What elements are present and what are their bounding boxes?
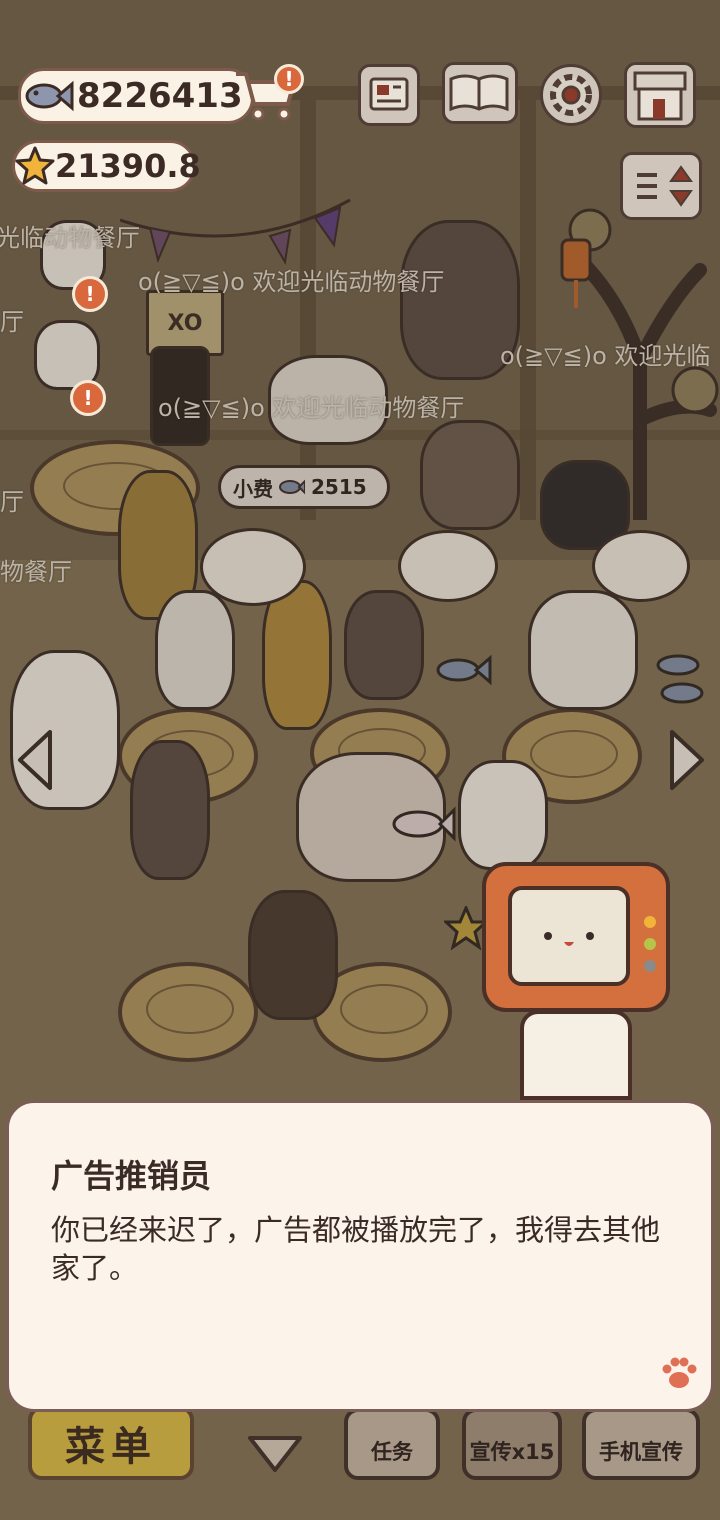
dialog-message: 你已经来迟了，广告都被播放完了，我得去其他家了。 [51,1213,661,1285]
fish-currency-counter[interactable]: 8226413 [18,68,254,124]
storefront-icon [633,71,687,121]
tv-knob [644,938,656,950]
fish-count: 8226413 [77,76,243,116]
newspaper-button[interactable] [358,64,420,126]
phone-promo-button[interactable]: 手机宣传 [582,1408,700,1480]
newspaper-icon [369,77,409,111]
layout-toggle-button[interactable] [620,152,702,220]
sort-arrows-icon [637,165,693,207]
tv-face-icon [544,932,594,946]
collapse-chevron-icon[interactable] [246,1432,304,1476]
cart-alert-badge: ! [274,64,304,94]
salesman-shirt [520,1010,632,1100]
gear-icon [550,74,592,116]
staff-alert-badge[interactable]: ! [72,276,108,312]
tv-screen-face [508,886,630,986]
task-button[interactable]: 任务 [344,1408,440,1480]
fish-currency-icon [21,76,77,116]
chef-alert-badge[interactable]: ! [70,380,106,416]
shop-front-button[interactable] [624,62,696,128]
menu-button[interactable]: 菜单 [28,1406,194,1480]
settings-button[interactable] [540,64,602,126]
promo-button[interactable]: 宣传x15 [462,1408,562,1480]
speaker-name: 广告推销员 [51,1157,212,1195]
tv-salesman[interactable] [482,862,670,1012]
recipe-book-button[interactable] [442,62,518,124]
dialog-box[interactable]: 广告推销员 你已经来迟了，广告都被播放完了，我得去其他家了。 [6,1100,714,1412]
star-currency-icon [15,146,55,186]
star-currency-counter[interactable]: 21390.8 [12,140,201,192]
tv-knob [644,916,656,928]
recipe-book-icon [449,74,509,112]
star-count: 21390.8 [55,147,201,185]
tv-knob [644,960,656,972]
paw-continue-icon[interactable] [659,1353,699,1393]
